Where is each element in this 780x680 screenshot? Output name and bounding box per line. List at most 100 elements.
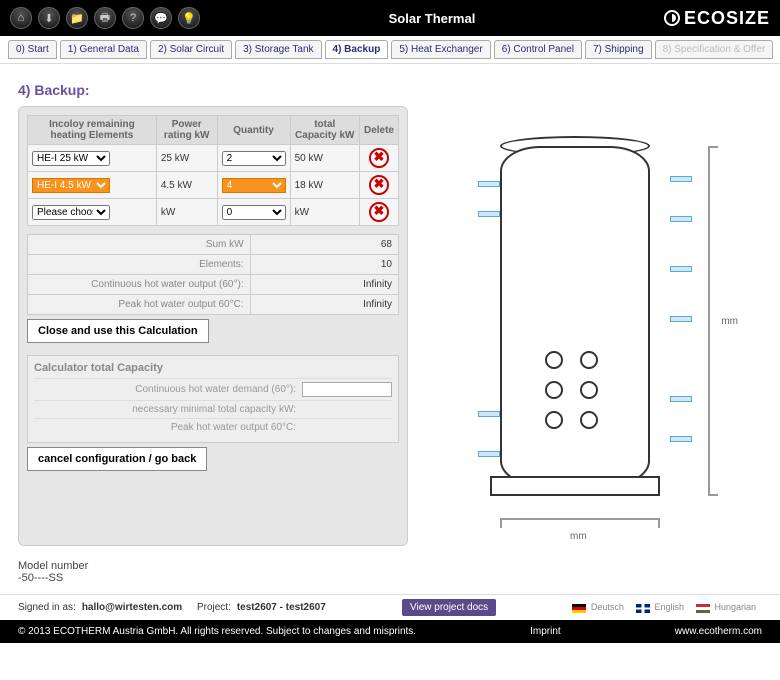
dimension-horizontal xyxy=(500,518,660,528)
power-cell: 4.5 kW xyxy=(156,172,217,199)
imprint-link[interactable]: Imprint xyxy=(530,626,561,637)
heating-elements-table: Incoloy remaining heating Elements Power… xyxy=(27,115,399,226)
element-icon xyxy=(545,411,563,429)
sum-kw-label: Sum kW xyxy=(28,235,251,255)
qty-select[interactable]: 0 xyxy=(222,205,286,220)
element-select[interactable]: HE-I 4.5 kW xyxy=(32,178,110,193)
element-icon xyxy=(545,381,563,399)
col-power: Power rating kW xyxy=(156,116,217,145)
tab-start[interactable]: 0) Start xyxy=(8,40,57,59)
col-total: total Capacity kW xyxy=(290,116,359,145)
topbar: ⌂ ⬇ 📁 🖶 ? 💬 💡 Solar Thermal ECOSIZE xyxy=(0,0,780,36)
hot-water-demand-input[interactable] xyxy=(302,382,392,397)
elements-label: Elements: xyxy=(28,255,251,275)
total-cell: 18 kW xyxy=(290,172,359,199)
total-cell: 50 kW xyxy=(290,145,359,172)
tab-backup[interactable]: 4) Backup xyxy=(325,40,389,59)
lightbulb-icon[interactable]: 💡 xyxy=(178,7,200,29)
calculator-box: Calculator total Capacity Continuous hot… xyxy=(27,355,399,443)
brand-logo: ECOSIZE xyxy=(664,8,770,29)
model-block: Model number -50----SS xyxy=(0,556,780,594)
tank-diagram: mm mm xyxy=(460,116,720,536)
tab-specification: 8) Specification & Offer xyxy=(655,40,774,59)
help-icon[interactable]: ? xyxy=(122,7,144,29)
port-icon xyxy=(478,451,500,457)
config-panel: Incoloy remaining heating Elements Power… xyxy=(18,106,408,546)
tab-heat-exchanger[interactable]: 5) Heat Exchanger xyxy=(391,40,490,59)
download-icon[interactable]: ⬇ xyxy=(38,7,60,29)
element-select[interactable]: Please choose xyxy=(32,205,110,220)
calc-peak-label: Peak hot water output 60°C: xyxy=(34,422,302,433)
lang-de[interactable]: Deutsch xyxy=(572,602,624,612)
toolbar-icons: ⌂ ⬇ 📁 🖶 ? 💬 💡 xyxy=(10,7,200,29)
continuous-value: Infinity xyxy=(250,275,398,295)
status-bar: Signed in as: hallo@wirtesten.com Projec… xyxy=(0,594,780,620)
element-icon xyxy=(580,411,598,429)
qty-select[interactable]: 4 xyxy=(222,178,286,193)
app-title: Solar Thermal xyxy=(200,11,664,26)
delete-button[interactable]: ✖ xyxy=(369,148,389,168)
folder-icon[interactable]: 📁 xyxy=(66,7,88,29)
calculator-title: Calculator total Capacity xyxy=(34,362,392,374)
signed-in-user: hallo@wirtesten.com xyxy=(82,602,182,613)
tab-shipping[interactable]: 7) Shipping xyxy=(585,40,652,59)
table-row: Please choose kW 0 kW ✖ xyxy=(28,199,399,226)
element-icon xyxy=(580,381,598,399)
tab-control-panel[interactable]: 6) Control Panel xyxy=(494,40,582,59)
dimension-vertical xyxy=(708,146,718,496)
peak-value: Infinity xyxy=(250,295,398,315)
col-elements: Incoloy remaining heating Elements xyxy=(28,116,157,145)
table-row: HE-I 4.5 kW 4.5 kW 4 18 kW ✖ xyxy=(28,172,399,199)
calc-min-capacity-label: necessary minimal total capacity kW: xyxy=(34,404,302,415)
flag-en-icon xyxy=(636,604,650,613)
tab-storage-tank[interactable]: 3) Storage Tank xyxy=(235,40,321,59)
view-project-docs-button[interactable]: View project docs xyxy=(402,599,496,616)
copyright-text: © 2013 ECOTHERM Austria GmbH. All rights… xyxy=(18,626,416,637)
elements-value: 10 xyxy=(250,255,398,275)
port-icon xyxy=(478,211,500,217)
port-icon xyxy=(478,411,500,417)
cancel-button[interactable]: cancel configuration / go back xyxy=(27,447,207,471)
peak-label: Peak hot water output 60°C: xyxy=(28,295,251,315)
site-link[interactable]: www.ecotherm.com xyxy=(675,626,762,637)
power-cell: 25 kW xyxy=(156,145,217,172)
qty-select[interactable]: 2 xyxy=(222,151,286,166)
summary-table: Sum kW68 Elements:10 Continuous hot wate… xyxy=(27,234,399,315)
tab-general-data[interactable]: 1) General Data xyxy=(60,40,147,59)
total-cell: kW xyxy=(290,199,359,226)
element-select[interactable]: HE-I 25 kW xyxy=(32,151,110,166)
continuous-label: Continuous hot water output (60°): xyxy=(28,275,251,295)
flag-de-icon xyxy=(572,604,586,613)
content: Incoloy remaining heating Elements Power… xyxy=(0,106,780,556)
element-icon xyxy=(545,351,563,369)
project-prefix: Project: xyxy=(197,602,231,613)
sum-kw-value: 68 xyxy=(250,235,398,255)
tab-solar-circuit[interactable]: 2) Solar Circuit xyxy=(150,40,232,59)
port-icon xyxy=(670,216,692,222)
tank-diagram-panel: mm mm xyxy=(418,106,762,546)
signed-in-prefix: Signed in as: xyxy=(18,602,76,613)
home-icon[interactable]: ⌂ xyxy=(10,7,32,29)
close-use-button[interactable]: Close and use this Calculation xyxy=(27,319,209,343)
element-icon xyxy=(580,351,598,369)
lang-en[interactable]: English xyxy=(636,602,684,612)
port-icon xyxy=(670,316,692,322)
col-delete: Delete xyxy=(359,116,398,145)
delete-button[interactable]: ✖ xyxy=(369,175,389,195)
port-icon xyxy=(670,266,692,272)
brand-text: ECOSIZE xyxy=(684,8,770,29)
delete-button[interactable]: ✖ xyxy=(369,202,389,222)
dimension-h-label: mm xyxy=(570,531,587,542)
brand-icon xyxy=(664,10,680,26)
footer: © 2013 ECOTHERM Austria GmbH. All rights… xyxy=(0,620,780,643)
power-cell: kW xyxy=(156,199,217,226)
section-title: 4) Backup: xyxy=(0,64,780,106)
port-icon xyxy=(670,436,692,442)
lang-hu[interactable]: Hungarian xyxy=(696,602,756,612)
model-value: -50----SS xyxy=(18,572,762,584)
print-icon[interactable]: 🖶 xyxy=(94,7,116,29)
chat-icon[interactable]: 💬 xyxy=(150,7,172,29)
dimension-v-label: mm xyxy=(721,316,738,327)
step-tabs: 0) Start 1) General Data 2) Solar Circui… xyxy=(0,36,780,64)
model-label: Model number xyxy=(18,560,762,572)
